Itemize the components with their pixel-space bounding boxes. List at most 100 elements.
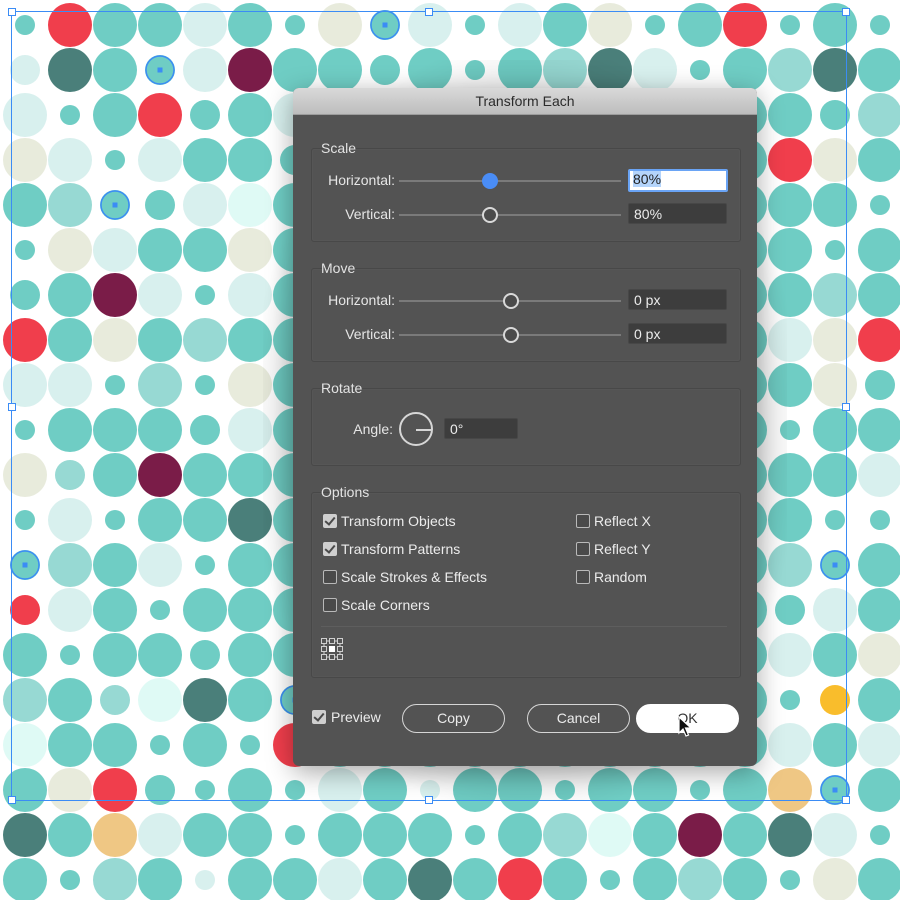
pattern-dot[interactable]: [865, 370, 895, 400]
pattern-dot[interactable]: [183, 498, 227, 542]
pattern-dot[interactable]: [105, 510, 125, 530]
scale-corners-checkbox[interactable]: [323, 598, 337, 612]
pattern-dot[interactable]: [10, 595, 40, 625]
pattern-dot[interactable]: [285, 825, 305, 845]
reflect-x-checkbox[interactable]: [576, 514, 590, 528]
scale-vertical-input[interactable]: 80%: [628, 203, 727, 224]
pattern-dot[interactable]: [93, 723, 137, 767]
pattern-dot[interactable]: [318, 858, 362, 900]
pattern-dot[interactable]: [858, 48, 900, 92]
pattern-dot[interactable]: [183, 453, 227, 497]
pattern-dot[interactable]: [93, 813, 137, 857]
pattern-dot[interactable]: [453, 858, 497, 900]
pattern-dot[interactable]: [633, 858, 677, 900]
pattern-dot[interactable]: [3, 768, 47, 812]
pattern-dot[interactable]: [408, 858, 452, 900]
pattern-dot[interactable]: [543, 3, 587, 47]
pattern-dot[interactable]: [498, 858, 542, 900]
pattern-dot[interactable]: [48, 678, 92, 722]
pattern-dot[interactable]: [138, 813, 182, 857]
pattern-dot[interactable]: [48, 363, 92, 407]
pattern-dot[interactable]: [100, 685, 130, 715]
pattern-dot[interactable]: [93, 93, 137, 137]
pattern-dot[interactable]: [138, 633, 182, 677]
pattern-dot[interactable]: [588, 813, 632, 857]
pattern-dot[interactable]: [138, 318, 182, 362]
pattern-dot[interactable]: [3, 813, 47, 857]
pattern-dot[interactable]: [48, 183, 92, 227]
scale-strokes-effects-checkbox[interactable]: [323, 570, 337, 584]
pattern-dot[interactable]: [48, 273, 92, 317]
pattern-dot[interactable]: [138, 93, 182, 137]
pattern-dot[interactable]: [183, 3, 227, 47]
pattern-dot[interactable]: [138, 453, 182, 497]
pattern-dot[interactable]: [93, 633, 137, 677]
pattern-dot[interactable]: [825, 240, 845, 260]
cancel-button[interactable]: Cancel: [527, 704, 630, 733]
pattern-dot[interactable]: [138, 228, 182, 272]
pattern-dot[interactable]: [363, 813, 407, 857]
pattern-dot[interactable]: [183, 588, 227, 632]
pattern-dot[interactable]: [93, 408, 137, 452]
pattern-dot[interactable]: [273, 858, 317, 900]
transform-objects-label[interactable]: Transform Objects: [341, 513, 456, 529]
pattern-dot[interactable]: [93, 858, 137, 900]
pattern-dot[interactable]: [813, 858, 857, 900]
scale-horizontal-slider[interactable]: [399, 180, 621, 182]
pattern-dot[interactable]: [93, 453, 137, 497]
copy-button[interactable]: Copy: [402, 704, 505, 733]
pattern-dot[interactable]: [15, 15, 35, 35]
pattern-dot[interactable]: [858, 453, 900, 497]
pattern-dot[interactable]: [48, 498, 92, 542]
pattern-dot[interactable]: [145, 775, 175, 805]
pattern-dot[interactable]: [3, 318, 47, 362]
pattern-dot[interactable]: [195, 780, 215, 800]
transform-objects-checkbox[interactable]: [323, 514, 337, 528]
pattern-dot[interactable]: [858, 228, 900, 272]
pattern-dot[interactable]: [858, 633, 900, 677]
pattern-dot[interactable]: [813, 588, 857, 632]
pattern-dot[interactable]: [813, 183, 857, 227]
random-checkbox[interactable]: [576, 570, 590, 584]
pattern-dot[interactable]: [195, 375, 215, 395]
pattern-dot[interactable]: [723, 813, 767, 857]
pattern-dot[interactable]: [3, 678, 47, 722]
pattern-dot[interactable]: [858, 318, 900, 362]
pattern-dot[interactable]: [498, 3, 542, 47]
pattern-dot[interactable]: [48, 228, 92, 272]
scale-strokes-effects-label[interactable]: Scale Strokes & Effects: [341, 569, 487, 585]
pattern-dot[interactable]: [190, 415, 220, 445]
pattern-dot[interactable]: [93, 543, 137, 587]
pattern-dot[interactable]: [228, 858, 272, 900]
scale-vertical-slider[interactable]: [399, 214, 621, 216]
pattern-dot[interactable]: [138, 273, 182, 317]
rotate-angle-input[interactable]: 0°: [444, 418, 518, 439]
pattern-dot[interactable]: [858, 678, 900, 722]
pattern-dot[interactable]: [150, 600, 170, 620]
pattern-dot[interactable]: [870, 510, 890, 530]
pattern-dot[interactable]: [48, 768, 92, 812]
pattern-dot[interactable]: [543, 813, 587, 857]
pattern-dot[interactable]: [15, 510, 35, 530]
pattern-dot[interactable]: [723, 3, 767, 47]
pattern-dot[interactable]: [145, 190, 175, 220]
pattern-dot[interactable]: [228, 813, 272, 857]
pattern-dot[interactable]: [60, 870, 80, 890]
pattern-dot[interactable]: [138, 858, 182, 900]
pattern-dot[interactable]: [813, 363, 857, 407]
pattern-dot[interactable]: [10, 280, 40, 310]
pattern-dot[interactable]: [15, 420, 35, 440]
scale-horizontal-input[interactable]: 80%: [628, 169, 728, 192]
pattern-dot[interactable]: [138, 363, 182, 407]
pattern-dot[interactable]: [190, 640, 220, 670]
reference-point-locator-icon[interactable]: [321, 638, 343, 660]
pattern-dot[interactable]: [858, 93, 900, 137]
pattern-dot[interactable]: [138, 678, 182, 722]
pattern-dot[interactable]: [870, 825, 890, 845]
reflect-x-label[interactable]: Reflect X: [594, 513, 651, 529]
move-horizontal-slider-thumb[interactable]: [503, 293, 519, 309]
pattern-dot[interactable]: [3, 723, 47, 767]
pattern-dot[interactable]: [678, 858, 722, 900]
pattern-dot[interactable]: [3, 453, 47, 497]
pattern-dot[interactable]: [105, 375, 125, 395]
